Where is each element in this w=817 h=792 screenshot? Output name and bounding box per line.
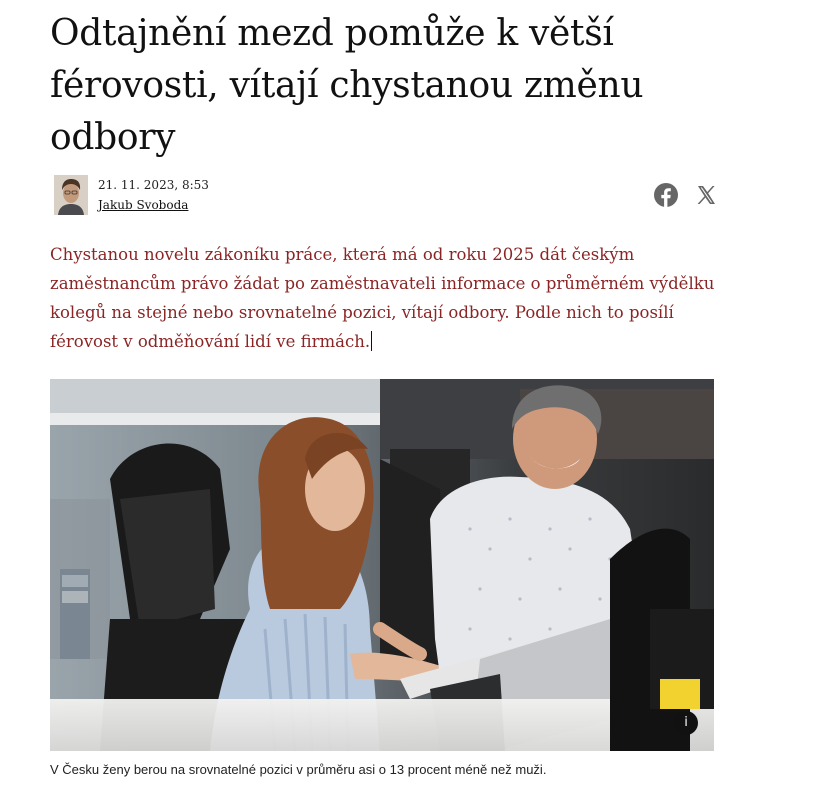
x-icon — [697, 186, 715, 204]
article-photo[interactable]: i — [50, 379, 714, 751]
text-cursor — [371, 331, 373, 351]
office-scene-image — [50, 379, 714, 751]
facebook-share-button[interactable] — [652, 181, 680, 209]
publish-date: 21. 11. 2023, 8:53 — [98, 178, 209, 192]
facebook-icon — [654, 183, 678, 207]
article-byline: 21. 11. 2023, 8:53 Jakub Svoboda — [54, 175, 715, 217]
article-lead-text: Chystanou novelu zákoníku práce, která m… — [50, 245, 715, 351]
article-lead: Chystanou novelu zákoníku práce, která m… — [50, 240, 730, 356]
photo-info-button[interactable]: i — [674, 711, 698, 735]
byline-meta: 21. 11. 2023, 8:53 Jakub Svoboda — [98, 177, 209, 213]
author-link[interactable]: Jakub Svoboda — [98, 197, 209, 213]
author-avatar[interactable] — [54, 175, 88, 215]
info-icon: i — [684, 715, 688, 730]
photo-caption: V Česku ženy berou na srovnatelné pozici… — [50, 762, 547, 777]
article-headline: Odtajnění mezd pomůže k větší férovosti,… — [50, 13, 644, 158]
x-share-button[interactable] — [692, 181, 720, 209]
